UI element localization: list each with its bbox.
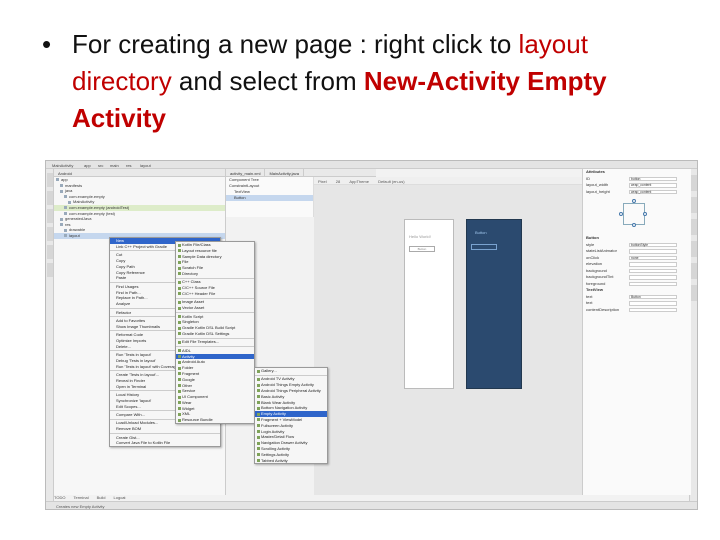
menu-item[interactable]: Vector Asset (176, 305, 254, 311)
menu-item-icon (256, 383, 260, 387)
menu-item-icon (256, 395, 260, 399)
status-text: Creates new Empty Activity (56, 504, 105, 509)
component-tree: Component Tree ConstraintLayout TextView… (226, 177, 314, 217)
bullet-line-2: directory and select from New-Activity E… (72, 66, 607, 96)
menu-item-icon (177, 372, 181, 376)
class-icon (68, 200, 71, 204)
tab-terminal[interactable]: Terminal (73, 495, 88, 500)
menu-item-icon (177, 286, 181, 290)
new-submenu: Kotlin File/Class Layout resource file Sam… (175, 241, 255, 425)
menu-item-icon (256, 447, 260, 451)
folder-icon (60, 217, 63, 221)
bullet-marker: • (42, 29, 52, 59)
menu-item-icon (256, 412, 260, 416)
project-view-selector[interactable]: Android (54, 169, 225, 177)
design-canvas[interactable]: Hello World! Button Button (314, 185, 582, 495)
folder-icon (64, 234, 67, 238)
menu-item-icon (177, 326, 181, 330)
menu-item-icon (177, 272, 181, 276)
menu-item-icon (256, 424, 260, 428)
device-selector[interactable]: Pixel (318, 179, 327, 184)
menu-item-icon (256, 406, 260, 410)
menu-item[interactable]: C/C++ Header File (176, 291, 254, 297)
menu-item-icon (256, 369, 260, 373)
menu-item-icon (177, 260, 181, 264)
menu-item-icon (256, 418, 260, 422)
menu-item-icon (256, 377, 260, 381)
menu-item-icon (177, 366, 181, 370)
menu-item-icon (177, 320, 181, 324)
menu-item-icon (177, 418, 181, 422)
theme-selector[interactable]: AppTheme (349, 179, 369, 184)
menu-item-icon (177, 355, 181, 359)
tab-todo[interactable]: TODO (54, 495, 65, 500)
menu-item[interactable]: Convert Java File to Kotlin File (110, 440, 220, 446)
package-icon (64, 212, 67, 215)
constraint-widget[interactable] (583, 195, 691, 235)
menu-item-icon (177, 266, 181, 270)
activity-submenu: Gallery... Android TV Activity Android Thi… (254, 367, 328, 465)
menu-item-icon (256, 389, 260, 393)
attributes-panel: Attributes ID button layout_width wrap_con… (582, 169, 691, 495)
ide-titlebar: MainActivity app src main res layout (46, 161, 697, 169)
menu-item-icon (256, 453, 260, 457)
highlight-layout: layout (518, 29, 588, 59)
menu-item-icon (177, 300, 181, 304)
menu-item-icon (177, 378, 181, 382)
package-icon (64, 206, 67, 210)
left-tool-strip[interactable] (46, 169, 54, 503)
menu-item-icon (177, 401, 181, 405)
menu-item-icon (177, 315, 181, 319)
menu-item-icon (177, 306, 181, 310)
menu-item-icon (177, 280, 181, 284)
menu-item[interactable]: Edit File Templates... (176, 339, 254, 345)
folder-icon (64, 228, 67, 232)
menu-item-icon (177, 243, 181, 247)
blueprint-preview[interactable]: Button (466, 219, 522, 389)
menu-item-icon (177, 384, 181, 387)
locale-selector[interactable]: Default (en-us) (378, 179, 404, 184)
folder-icon (56, 178, 59, 182)
menu-item-icon (256, 441, 260, 445)
menu-item-icon (177, 292, 181, 296)
menu-item-icon (177, 389, 181, 393)
menu-item-icon (256, 459, 260, 463)
design-toolbar: Pixel 28 AppTheme Default (en-us) (314, 177, 582, 185)
menu-item-icon (256, 401, 260, 405)
menu-item-icon (177, 349, 181, 353)
menu-item-icon (177, 412, 181, 416)
menu-item[interactable]: Resource Bundle (176, 417, 254, 423)
menu-item-icon (177, 340, 181, 344)
menu-item-icon (177, 407, 181, 411)
design-preview[interactable]: Hello World! Button (404, 219, 454, 389)
menu-item[interactable]: Gradle Kotlin DSL Settings (176, 331, 254, 337)
package-icon (64, 195, 67, 199)
highlight-directory: directory (72, 66, 172, 96)
menu-item[interactable]: Tabbed Activity (255, 458, 327, 464)
tab-logcat[interactable]: Logcat (114, 495, 126, 500)
editor-tabs: activity_main.xml MainActivity.java (226, 169, 376, 178)
menu-item-icon (256, 430, 260, 434)
status-bar: Creates new Empty Activity (46, 501, 697, 509)
bullet-line-1: For creating a new page : right click to… (72, 29, 588, 59)
folder-icon (60, 184, 63, 188)
folder-icon (60, 189, 63, 193)
highlight-new-activity: New-Activity Empty (363, 66, 607, 96)
menu-item[interactable]: Remove BOM (110, 426, 220, 432)
folder-icon (60, 223, 63, 227)
slide-bullet-text: • For creating a new page : right click … (28, 26, 708, 137)
tab-build[interactable]: Build (97, 495, 106, 500)
api-selector[interactable]: 28 (336, 179, 340, 184)
menu-item-icon (256, 435, 260, 439)
menu-item-icon (177, 332, 181, 336)
menu-item-icon (177, 255, 181, 259)
bullet-line-3: Activity (72, 103, 166, 133)
menu-item-icon (177, 395, 181, 399)
menu-item-icon (177, 360, 181, 364)
menu-item[interactable]: Gallery... (255, 368, 327, 374)
menu-item[interactable]: Directory (176, 271, 254, 277)
android-studio-screenshot: MainActivity app src main res layout And… (45, 160, 698, 510)
menu-item-icon (177, 249, 181, 253)
